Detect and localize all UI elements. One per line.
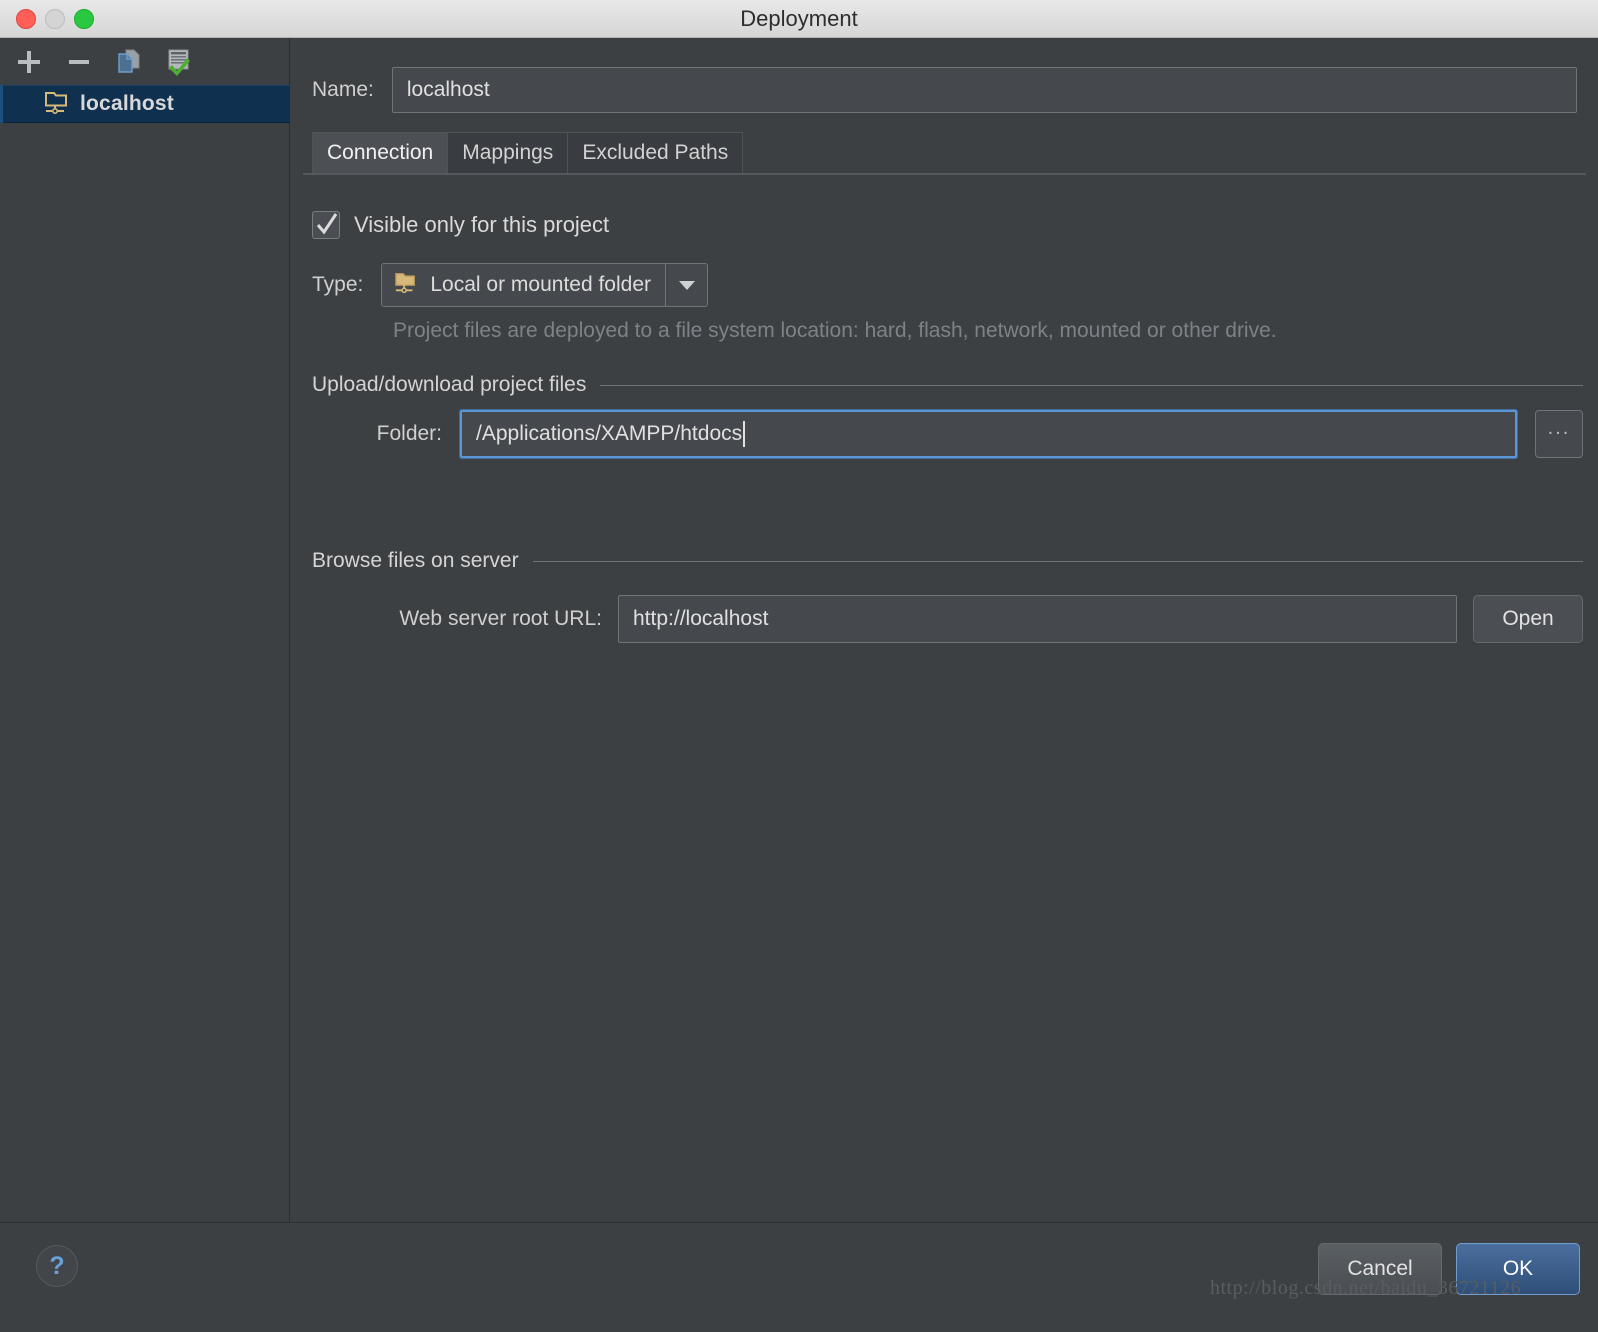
server-tree: localhost (0, 85, 290, 123)
connection-tab-body: Visible only for this project Type: Loca… (303, 175, 1586, 1220)
name-label: Name: (312, 78, 374, 101)
visible-only-checkbox-row[interactable]: Visible only for this project (312, 211, 609, 239)
folder-input-value: /Applications/XAMPP/htdocs (476, 422, 743, 445)
tab-excluded-paths[interactable]: Excluded Paths (567, 132, 744, 173)
remove-server-button[interactable] (60, 43, 98, 81)
type-label: Type: (312, 273, 364, 296)
folder-input[interactable]: /Applications/XAMPP/htdocs (460, 410, 1517, 458)
folder-network-icon (44, 89, 70, 120)
visible-only-checkbox[interactable] (312, 211, 340, 239)
tab-mappings[interactable]: Mappings (447, 132, 569, 173)
browse-section-title: Browse files on server (312, 549, 519, 572)
type-dropdown[interactable]: Local or mounted folder (381, 263, 709, 307)
text-caret (743, 421, 746, 447)
section-divider (600, 384, 1583, 386)
name-row: Name: localhost (312, 65, 1577, 115)
type-dropdown-value: Local or mounted folder (430, 273, 652, 296)
copy-icon[interactable] (110, 43, 148, 81)
browse-section-header: Browse files on server (312, 549, 1583, 573)
sidebar-toolbar (0, 38, 290, 85)
folder-network-icon (394, 270, 418, 300)
selection-edge-strip (0, 85, 3, 123)
folder-label: Folder: (376, 422, 442, 445)
type-hint-text: Project files are deployed to a file sys… (393, 319, 1277, 342)
watermark: http://blog.csdn.net/baidu_36721126 (1210, 1277, 1522, 1299)
window-title: Deployment (740, 6, 858, 31)
sidebar-item-label: localhost (80, 92, 174, 115)
upload-section-title: Upload/download project files (312, 373, 587, 396)
web-server-url-label: Web server root URL: (399, 607, 602, 630)
deployment-dialog: Deployment localhost Name: localhost Con… (0, 0, 1598, 1332)
sidebar-item-localhost[interactable]: localhost (0, 85, 290, 123)
folder-browse-button[interactable]: ... (1535, 410, 1583, 458)
title-bar: Deployment (0, 0, 1598, 38)
chevron-down-icon[interactable] (665, 264, 707, 306)
section-divider (532, 560, 1583, 562)
help-icon[interactable]: ? (36, 1245, 78, 1287)
web-server-url-row: Web server root URL: http://localhost Op… (312, 595, 1583, 643)
settings-tabs: Connection Mappings Excluded Paths (312, 132, 744, 173)
visible-only-label: Visible only for this project (354, 212, 610, 237)
server-list-sidebar: localhost (0, 38, 290, 1222)
connection-content-panel: Name: localhost Connection Mappings Excl… (291, 38, 1598, 1222)
server-check-icon[interactable] (160, 43, 198, 81)
open-button[interactable]: Open (1473, 595, 1583, 643)
folder-row: Folder: /Applications/XAMPP/htdocs ... (312, 410, 1583, 458)
upload-section-header: Upload/download project files (312, 373, 1583, 397)
type-row: Type: Local or mounted folder (312, 263, 709, 307)
name-input[interactable]: localhost (391, 67, 1577, 113)
tab-connection[interactable]: Connection (312, 132, 449, 173)
web-server-url-input[interactable]: http://localhost (618, 595, 1457, 643)
add-server-button[interactable] (10, 43, 48, 81)
